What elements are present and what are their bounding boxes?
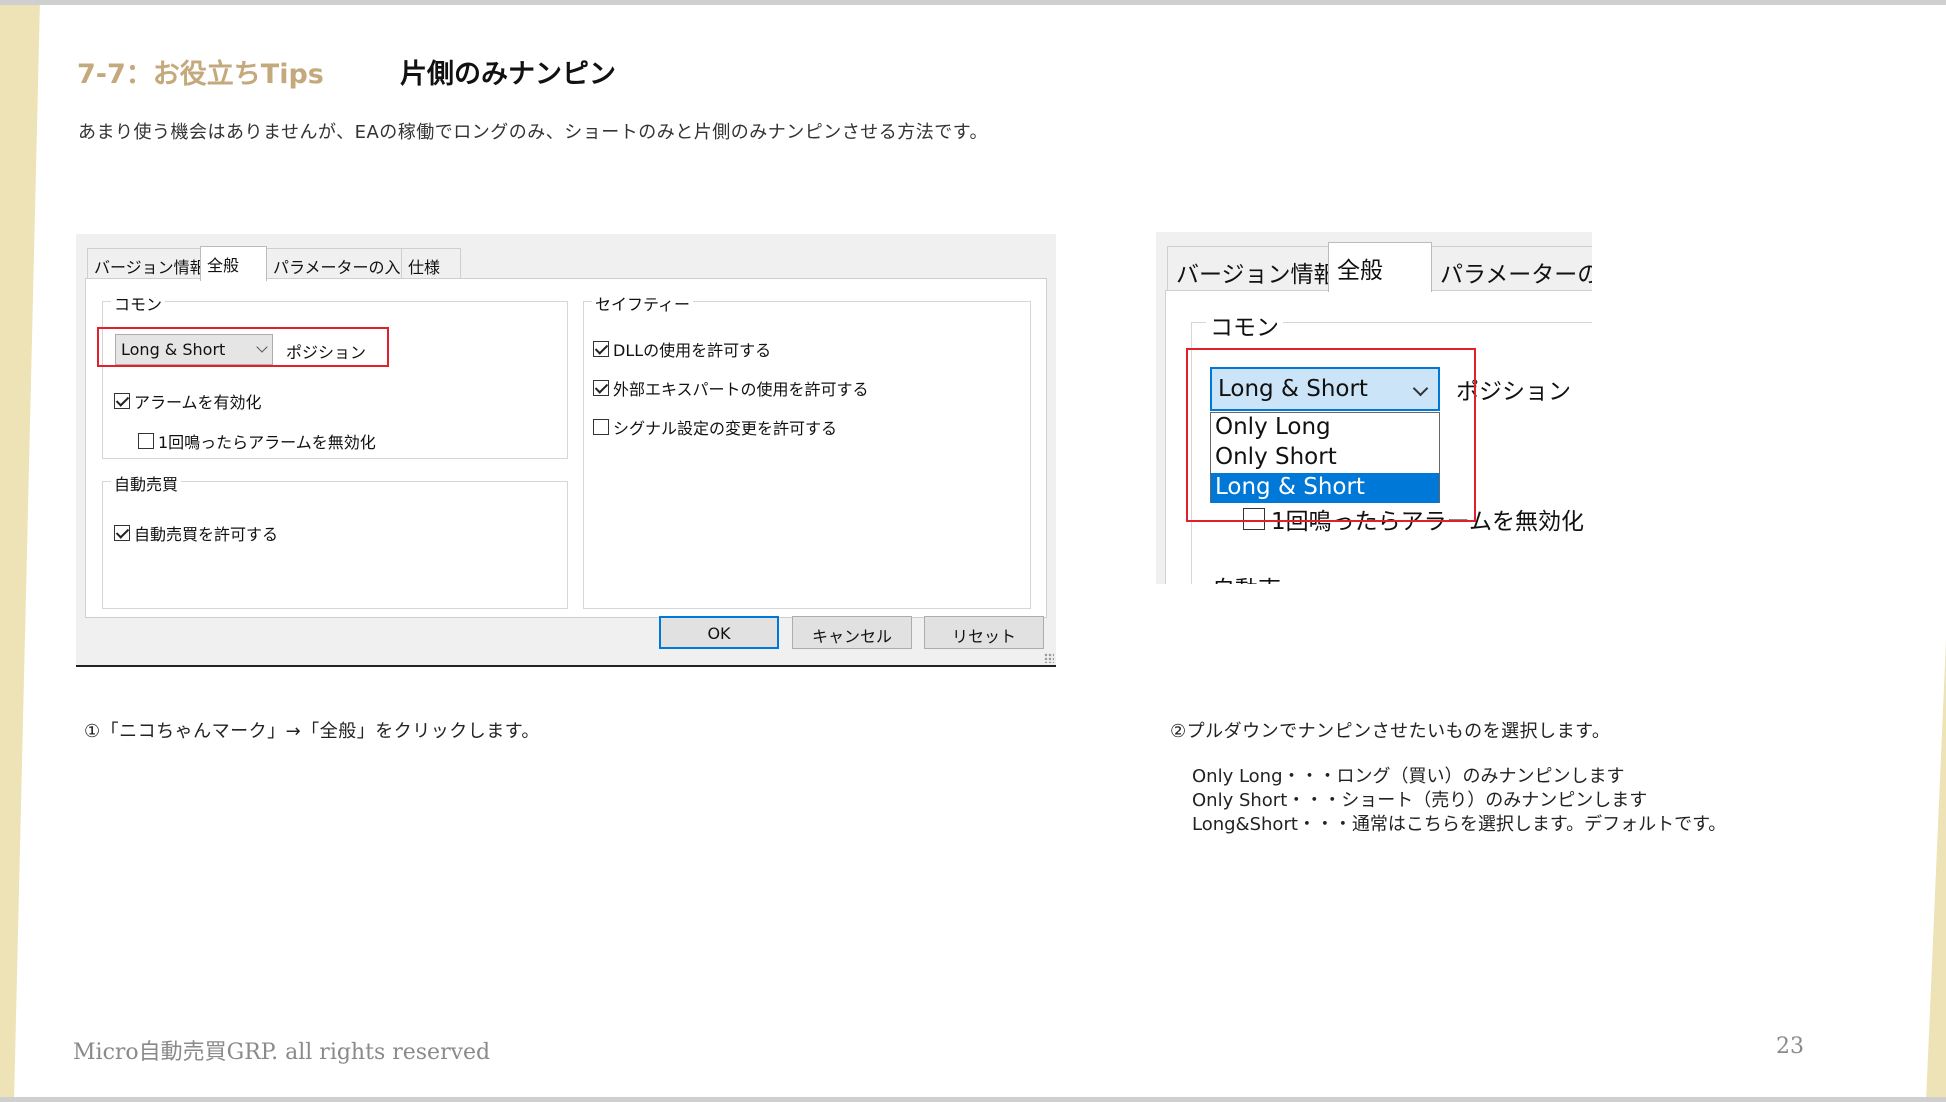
top-border bbox=[0, 0, 1946, 5]
option-descriptions: Only Long・・・ロング（買い）のみナンピンします Only Short・… bbox=[1192, 765, 1726, 837]
step2-caption: ②プルダウンでナンピンさせたいものを選択します。 bbox=[1170, 721, 1611, 742]
checkbox-checked-icon bbox=[593, 341, 609, 357]
auto-trading-group-label-cut: 自動売買 bbox=[1212, 570, 1302, 584]
slide-subtitle: あまり使う機会はありませんが、EAの稼働でロングのみ、ショートのみと片側のみナン… bbox=[78, 122, 988, 143]
tab-parameters[interactable]: パラメーターの入力 bbox=[266, 248, 417, 279]
auto-trading-group: 自動売買 bbox=[102, 471, 568, 609]
allow-auto-trading-checkbox[interactable]: 自動売買を許可する bbox=[114, 521, 278, 545]
auto-trading-group-label: 自動売買 bbox=[111, 471, 182, 495]
slide: 7-7：お役立ちTips 片側のみナンピン あまり使う機会はありませんが、EAの… bbox=[0, 0, 1946, 1102]
option-desc-only-long: Only Long・・・ロング（買い）のみナンピンします bbox=[1192, 766, 1625, 787]
tab-specs[interactable]: 仕様 bbox=[401, 248, 461, 279]
common-group-label: コモン bbox=[111, 291, 166, 315]
right-accent-stripe bbox=[1926, 640, 1946, 1102]
resize-grip-icon[interactable] bbox=[1044, 653, 1054, 663]
allow-external-ea-label: 外部エキスパートの使用を許可する bbox=[613, 380, 869, 399]
page-number: 23 bbox=[1776, 1034, 1804, 1059]
allow-external-ea-checkbox[interactable]: 外部エキスパートの使用を許可する bbox=[593, 376, 869, 400]
tab-version-info[interactable]: バージョン情報 bbox=[87, 248, 206, 279]
tab-parameters[interactable]: パラメーターの入力 bbox=[1431, 246, 1592, 290]
footer-copyright: Micro自動売買GRP. all rights reserved bbox=[73, 1040, 491, 1065]
highlight-box bbox=[97, 327, 389, 367]
allow-signal-change-checkbox[interactable]: シグナル設定の変更を許可する bbox=[593, 415, 837, 439]
reset-button[interactable]: リセット bbox=[924, 616, 1044, 649]
common-group-label: コモン bbox=[1206, 308, 1283, 342]
checkbox-checked-icon bbox=[114, 525, 130, 541]
ok-button[interactable]: OK bbox=[659, 616, 779, 649]
left-accent-stripe bbox=[0, 0, 40, 1102]
allow-dll-checkbox[interactable]: DLLの使用を許可する bbox=[593, 337, 771, 361]
option-desc-long-short: Long&Short・・・通常はこちらを選択します。デフォルトです。 bbox=[1192, 814, 1727, 835]
safety-group-label: セイフティー bbox=[592, 291, 694, 315]
checkbox-checked-icon bbox=[114, 393, 130, 409]
allow-auto-trading-label: 自動売買を許可する bbox=[134, 525, 279, 544]
position-dropdown-zoom: バージョン情報 全般 パラメーターの入力 コモン Long & Short ポジ… bbox=[1156, 232, 1592, 584]
alert-enable-checkbox[interactable]: アラームを有効化 bbox=[114, 389, 262, 413]
ea-settings-dialog: バージョン情報 全般 パラメーターの入力 仕様 コモン 自動売買 セイフティー … bbox=[76, 234, 1056, 667]
allow-signal-change-label: シグナル設定の変更を許可する bbox=[613, 419, 838, 438]
checkbox-unchecked-icon bbox=[138, 433, 154, 449]
tab-version-info[interactable]: バージョン情報 bbox=[1167, 246, 1337, 290]
cancel-button[interactable]: キャンセル bbox=[792, 616, 912, 649]
step1-caption: ①「ニコちゃんマーク」→「全般」をクリックします。 bbox=[84, 721, 540, 742]
checkbox-checked-icon bbox=[593, 380, 609, 396]
allow-dll-label: DLLの使用を許可する bbox=[613, 341, 772, 360]
slide-section-number: 7-7：お役立ちTips bbox=[77, 59, 324, 90]
option-desc-only-short: Only Short・・・ショート（売り）のみナンピンします bbox=[1192, 790, 1648, 811]
highlight-box bbox=[1186, 348, 1476, 522]
alert-once-checkbox[interactable]: 1回鳴ったらアラームを無効化 bbox=[138, 429, 376, 453]
alert-enable-label: アラームを有効化 bbox=[134, 393, 262, 412]
tab-general[interactable]: 全般 bbox=[200, 246, 267, 281]
tab-general[interactable]: 全般 bbox=[1328, 242, 1432, 292]
bottom-border bbox=[0, 1097, 1946, 1102]
alert-once-label: 1回鳴ったらアラームを無効化 bbox=[158, 433, 376, 452]
slide-title: 片側のみナンピン bbox=[400, 59, 616, 90]
checkbox-unchecked-icon bbox=[593, 419, 609, 435]
